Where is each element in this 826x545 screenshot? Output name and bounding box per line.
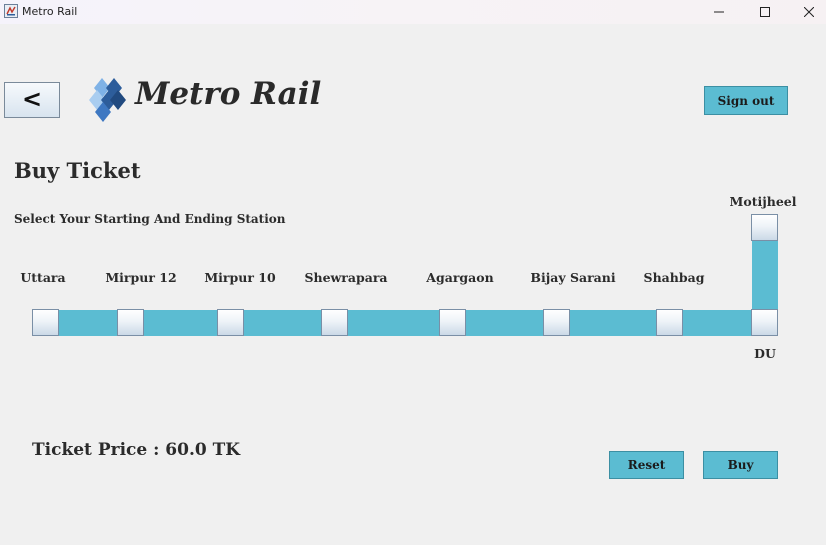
maximize-button[interactable] [742,0,788,24]
minimize-button[interactable] [696,0,742,24]
station-instruction: Select Your Starting And Ending Station [14,212,286,226]
station-button-shahbag[interactable] [656,309,683,336]
window-title: Metro Rail [22,5,78,18]
station-button-mirpur-12[interactable] [117,309,144,336]
station-button-du[interactable] [751,309,778,336]
minimize-icon [714,11,724,13]
app-brand-title: Metro Rail [135,76,322,112]
station-button-bijay-sarani[interactable] [543,309,570,336]
station-button-motijheel[interactable] [751,214,778,241]
metro-rail-logo-icon [89,78,126,122]
station-label-agargaon: Agargaon [426,270,494,285]
station-label-mirpur-12: Mirpur 12 [105,270,177,285]
sign-out-button[interactable]: Sign out [704,86,788,115]
page-title: Buy Ticket [14,158,141,183]
station-button-shewrapara[interactable] [321,309,348,336]
java-app-icon [4,4,18,18]
station-label-bijay-sarani: Bijay Sarani [530,270,616,285]
station-label-uttara: Uttara [20,270,66,285]
station-label-mirpur-10: Mirpur 10 [204,270,276,285]
ticket-price: Ticket Price : 60.0 TK [32,440,241,460]
close-icon [804,7,814,17]
title-bar: Metro Rail [0,0,826,24]
station-label-du: DU [754,346,776,361]
station-button-mirpur-10[interactable] [217,309,244,336]
station-label-shahbag: Shahbag [643,270,705,285]
reset-button[interactable]: Reset [609,451,684,479]
station-button-agargaon[interactable] [439,309,466,336]
maximize-icon [760,7,770,17]
back-button[interactable]: < [4,82,60,118]
station-label-shewrapara: Shewrapara [304,270,388,285]
close-button[interactable] [786,0,826,24]
station-label-motijheel: Motijheel [729,194,797,209]
station-button-uttara[interactable] [32,309,59,336]
buy-button[interactable]: Buy [703,451,778,479]
